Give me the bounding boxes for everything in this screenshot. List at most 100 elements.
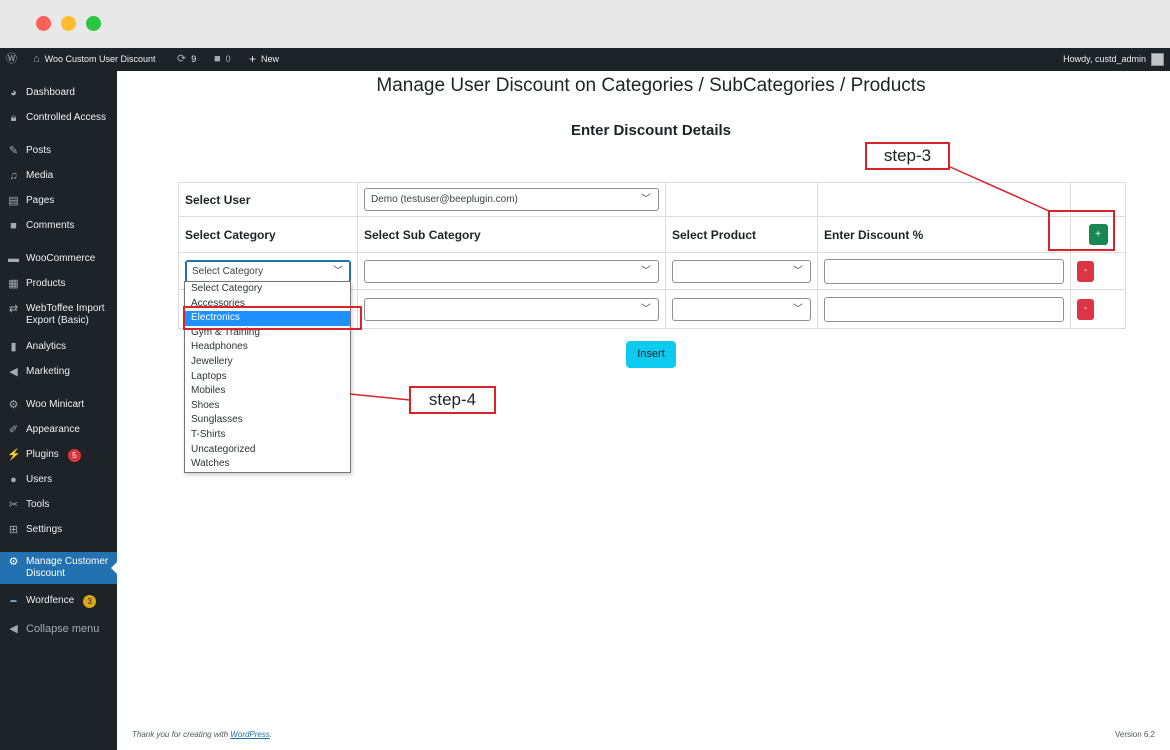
comment-icon: ■	[10, 220, 17, 232]
plug-icon: ⚡	[7, 449, 21, 461]
lock-icon: 🔒︎	[10, 112, 17, 124]
admin-bar: Ⓦ ⌂ Woo Custom User Discount ⟳ 9 ■ 0 + N…	[0, 48, 1170, 71]
wordpress-logo-icon: Ⓦ	[6, 53, 17, 65]
sidebar-item-label: Comments	[26, 220, 75, 231]
discount-input[interactable]	[824, 258, 1064, 284]
chevron-down-icon: ﹀	[641, 265, 651, 277]
remove-row-button[interactable]: -	[1077, 260, 1094, 282]
chevron-down-icon: ﹀	[333, 265, 343, 277]
site-name: Woo Custom User Discount	[44, 54, 156, 64]
home-icon: ⌂	[33, 53, 40, 65]
dropdown-option[interactable]: Laptops	[185, 370, 350, 385]
plugins-update-badge: 5	[67, 449, 81, 462]
maximize-window-button[interactable]	[86, 16, 101, 31]
my-account-link[interactable]: Howdy, custd_admin	[1063, 48, 1164, 71]
settings-icon: ⊞	[8, 524, 19, 536]
sidebar-item-pages[interactable]: ▤ Pages	[0, 195, 117, 207]
category-select-value: Select Category	[192, 265, 264, 277]
subcategory-header: Select Sub Category	[357, 216, 666, 253]
sidebar-item-media[interactable]: ♫ Media	[0, 170, 117, 182]
sidebar-item-woo-minicart[interactable]: ⚙ Woo Minicart	[0, 399, 117, 411]
dropdown-option[interactable]: Watches	[185, 457, 350, 472]
sidebar-item-products[interactable]: ▦ Products	[0, 278, 117, 290]
footer-version: Version 6.2	[1114, 730, 1155, 739]
minimize-window-button[interactable]	[61, 16, 76, 31]
dropdown-option[interactable]: Select Category	[185, 282, 350, 297]
sidebar-item-woocommerce[interactable]: ▬ WooCommerce	[0, 253, 117, 265]
dropdown-option[interactable]: Headphones	[185, 340, 350, 355]
sidebar-item-appearance[interactable]: ✐ Appearance	[0, 424, 117, 436]
sidebar-item-label: WooCommerce	[26, 253, 96, 264]
subcategory-select[interactable]: ﹀	[364, 259, 659, 283]
discount-input[interactable]	[824, 296, 1064, 322]
sidebar-item-dashboard[interactable]: ◕ Dashboard	[0, 87, 117, 99]
main-content: Manage User Discount on Categories / Sub…	[117, 71, 1170, 750]
updates-icon: ⟳	[177, 53, 187, 65]
dashboard-icon: ◕	[10, 87, 17, 99]
wordpress-link[interactable]: WordPress	[230, 730, 270, 739]
step-4-callout: step-4	[409, 386, 496, 414]
sidebar-item-label: Tools	[26, 499, 50, 510]
sidebar-item-label: Appearance	[26, 424, 80, 435]
category-header: Select Category	[178, 216, 358, 253]
plus-icon: +	[249, 52, 257, 66]
dropdown-option[interactable]: Mobiles	[185, 384, 350, 399]
remove-cell: -	[1070, 289, 1126, 329]
sidebar-item-users[interactable]: ● Users	[0, 474, 117, 486]
chevron-down-icon: ﹀	[641, 303, 651, 315]
sidebar-item-marketing[interactable]: ◀ Marketing	[0, 366, 117, 378]
sidebar-item-analytics[interactable]: ▮ Analytics	[0, 341, 117, 353]
close-window-button[interactable]	[36, 16, 51, 31]
insert-button[interactable]: Insert	[626, 341, 676, 368]
category-select[interactable]: Select Category ﹀	[185, 259, 351, 283]
sidebar-item-label: Pages	[26, 195, 55, 206]
remove-row-button[interactable]: -	[1077, 298, 1094, 320]
discount-header: Enter Discount %	[817, 216, 1071, 253]
updates-link[interactable]: ⟳ 9	[177, 48, 196, 71]
wordfence-icon: ▬	[10, 598, 17, 604]
section-title: Enter Discount Details	[570, 122, 732, 139]
comment-icon: ■	[214, 53, 221, 65]
sidebar-item-manage-customer-discount[interactable]: ⚙ Manage Customer Discount	[0, 552, 117, 584]
footer-thanks: Thank you for creating with WordPress.	[132, 730, 272, 739]
sidebar-item-label: Dashboard	[26, 87, 75, 98]
sidebar-item-plugins[interactable]: ⚡ Plugins 5	[0, 449, 117, 462]
wordpress-logo-link[interactable]: Ⓦ	[6, 48, 17, 71]
discount-cell	[817, 252, 1071, 290]
product-select[interactable]: ﹀	[672, 297, 811, 321]
new-content-link[interactable]: + New	[249, 48, 279, 71]
user-cell: Demo (testuser@beeplugin.com) ﹀	[357, 182, 666, 217]
dropdown-option[interactable]: Shoes	[185, 399, 350, 414]
collapse-menu-button[interactable]: ◀ Collapse menu	[0, 623, 117, 635]
comments-link[interactable]: ■ 0	[214, 48, 231, 71]
dropdown-option[interactable]: Jewellery	[185, 355, 350, 370]
product-select[interactable]: ﹀	[672, 259, 811, 283]
dropdown-option[interactable]: Uncategorized	[185, 443, 350, 458]
collapse-icon: ◀	[9, 623, 18, 635]
sidebar-item-webtoffee-import-export[interactable]: ⇄ WebToffee Import Export (Basic)	[0, 303, 117, 327]
avatar	[1151, 53, 1164, 66]
select-user-label: Select User	[178, 182, 358, 217]
wordfence-badge: 3	[83, 595, 97, 608]
sidebar-item-posts[interactable]: ✎ Posts	[0, 145, 117, 157]
howdy-text: Howdy, custd_admin	[1063, 54, 1146, 64]
user-select[interactable]: Demo (testuser@beeplugin.com) ﹀	[364, 188, 659, 211]
subcategory-select[interactable]: ﹀	[364, 297, 659, 321]
sidebar-item-controlled-access[interactable]: 🔒︎ Controlled Access	[0, 112, 117, 124]
media-icon: ♫	[9, 170, 18, 182]
sidebar-item-settings[interactable]: ⊞ Settings	[0, 524, 117, 536]
table-header-row: Select Category Select Sub Category Sele…	[178, 216, 1126, 253]
site-name-link[interactable]: ⌂ Woo Custom User Discount	[33, 48, 156, 71]
empty-cell	[817, 182, 1071, 217]
dropdown-option[interactable]: T-Shirts	[185, 428, 350, 443]
sidebar-item-tools[interactable]: ✂ Tools	[0, 499, 117, 511]
sidebar-item-comments[interactable]: ■ Comments	[0, 220, 117, 232]
chevron-down-icon: ﹀	[793, 303, 803, 315]
sidebar-item-label: Plugins	[26, 449, 59, 460]
gear-icon: ⚙	[8, 399, 19, 411]
archive-icon: ▦	[8, 278, 19, 290]
sidebar-item-wordfence[interactable]: ▬ Wordfence 3	[0, 595, 117, 608]
dropdown-option[interactable]: Sunglasses	[185, 413, 350, 428]
import-export-icon: ⇄	[8, 303, 19, 315]
new-label: New	[261, 54, 280, 64]
